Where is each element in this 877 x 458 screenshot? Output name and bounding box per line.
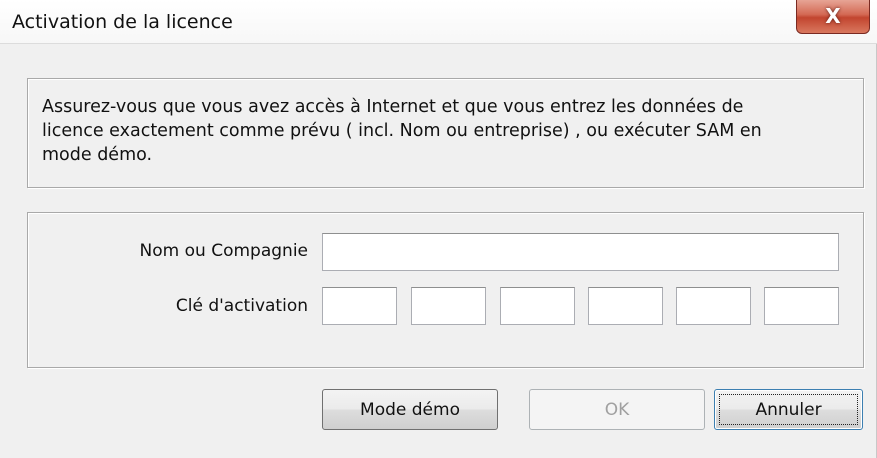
activation-key-field-2[interactable] [411,287,486,325]
close-button[interactable]: X [796,0,870,34]
close-icon: X [825,4,841,28]
name-input[interactable] [322,233,839,271]
activation-key-field-5[interactable] [676,287,751,325]
activation-key-field-6[interactable] [764,287,839,325]
cancel-button-label: Annuler [755,399,822,420]
title-bar: Activation de la licence X [0,0,877,44]
name-label: Nom ou Compagnie [139,241,308,261]
activation-key-field-1[interactable] [322,287,397,325]
activation-key-field-4[interactable] [588,287,663,325]
demo-mode-button[interactable]: Mode démo [322,389,498,430]
cancel-button[interactable]: Annuler [714,389,863,430]
demo-mode-button-label: Mode démo [360,399,460,420]
window-title: Activation de la licence [12,11,233,33]
info-message: Assurez-vous que vous avez accès à Inter… [42,97,762,165]
activation-key-label: Clé d'activation [175,296,308,316]
ok-button[interactable]: OK [529,389,705,430]
license-activation-dialog: Activation de la licence X Assurez-vous … [0,0,877,458]
activation-key-field-3[interactable] [500,287,575,325]
ok-button-label: OK [604,399,630,420]
